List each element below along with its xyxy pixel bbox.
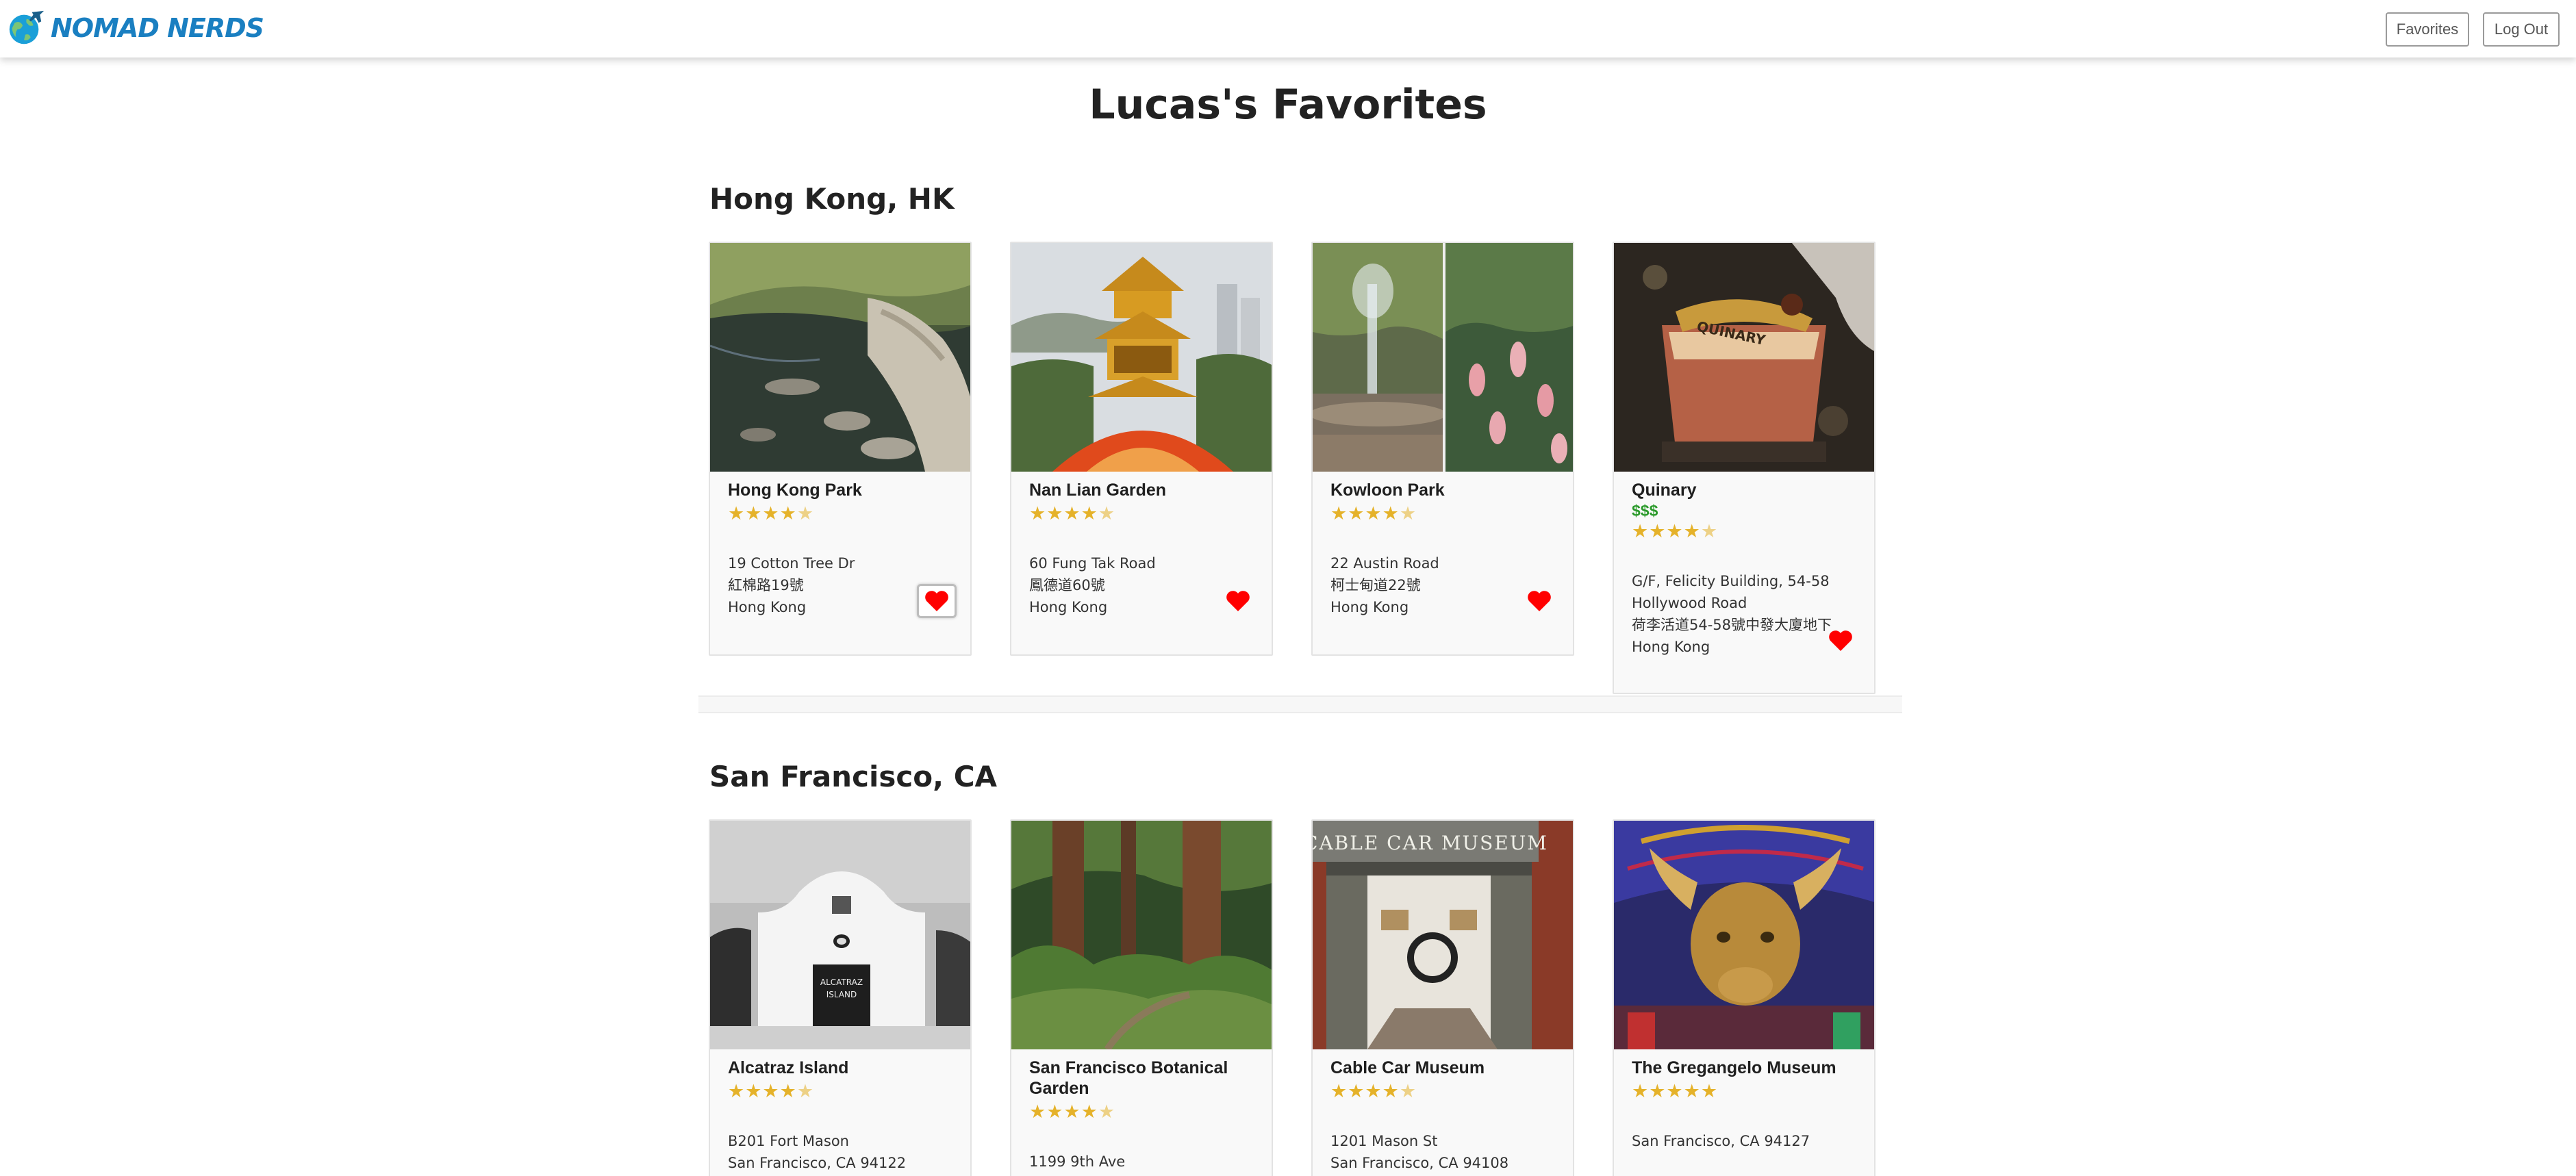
- place-card[interactable]: Nan Lian Garden ★★★★★ 60 Fung Tak Road 鳳…: [1010, 242, 1273, 656]
- favorite-heart-button[interactable]: [1519, 584, 1559, 618]
- place-address: B201 Fort Mason San Francisco, CA 94122: [728, 1130, 954, 1174]
- svg-text:CABLE CAR MUSEUM: CABLE CAR MUSEUM: [1313, 832, 1548, 854]
- logo-text: NOMAD NERDS: [51, 13, 264, 43]
- address-line: 1199 9th Ave: [1029, 1153, 1126, 1170]
- heart-icon: [925, 591, 948, 611]
- heart-icon: [1829, 630, 1852, 651]
- place-name[interactable]: Alcatraz Island: [728, 1058, 954, 1078]
- address-line: San Francisco, CA 94122: [728, 1155, 907, 1171]
- place-name[interactable]: Kowloon Park: [1330, 480, 1556, 500]
- favorite-heart-button[interactable]: [1821, 624, 1860, 658]
- kowloon-park-photo: [1313, 243, 1573, 472]
- address-line: G/F, Felicity Building, 54-58: [1632, 573, 1830, 589]
- star-rating: ★★★★★: [1029, 503, 1116, 524]
- section-title-san-francisco: San Francisco, CA: [709, 760, 998, 793]
- place-name[interactable]: Hong Kong Park: [728, 480, 954, 500]
- place-card[interactable]: CABLE CAR MUSEUM Cable Car Museum ★★★★★ …: [1311, 819, 1574, 1176]
- address-line: Hollywood Road: [1632, 595, 1747, 611]
- section-divider: [698, 695, 1902, 713]
- botanical-garden-photo: [1011, 821, 1272, 1049]
- address-line: 1201 Mason St: [1330, 1133, 1438, 1149]
- star-rating: ★★★★★: [1029, 1101, 1116, 1122]
- place-card[interactable]: ALCATRAZ ISLAND Alcatraz Island ★★★★★ B2…: [709, 819, 972, 1176]
- star-rating: ★★★★★: [1632, 521, 1719, 541]
- place-card[interactable]: Hong Kong Park ★★★★★ 19 Cotton Tree Dr 紅…: [709, 242, 972, 656]
- place-card[interactable]: The Gregangelo Museum ★★★★★ San Francisc…: [1613, 819, 1876, 1176]
- address-line: San Francisco, CA 94127: [1632, 1133, 1810, 1149]
- globe-plane-icon: [9, 10, 45, 44]
- place-name[interactable]: San Francisco Botanical Garden: [1029, 1058, 1255, 1099]
- address-line: B201 Fort Mason: [728, 1133, 849, 1149]
- alcatraz-island-photo: ALCATRAZ ISLAND: [710, 821, 970, 1049]
- quinary-photo: QUINARY: [1614, 243, 1874, 472]
- heart-icon: [1226, 591, 1250, 611]
- place-address: 1201 Mason St San Francisco, CA 94108: [1330, 1130, 1556, 1174]
- gregangelo-museum-photo: [1614, 821, 1874, 1049]
- star-rating: ★★★★★: [728, 503, 815, 524]
- favorite-heart-button[interactable]: [1218, 584, 1258, 618]
- price-level: $$$: [1632, 502, 1658, 520]
- section-title-hong-kong: Hong Kong, HK: [709, 182, 955, 216]
- top-navbar: NOMAD NERDS Favorites Log Out: [0, 0, 2576, 57]
- address-line: 22 Austin Road: [1330, 555, 1439, 572]
- address-line: San Francisco, CA 94108: [1330, 1155, 1509, 1171]
- place-card[interactable]: QUINARY Quinary $$$ ★★★★★ G/F, Felicity …: [1613, 242, 1876, 694]
- place-name[interactable]: Cable Car Museum: [1330, 1058, 1556, 1078]
- cable-car-museum-photo: CABLE CAR MUSEUM: [1313, 821, 1573, 1049]
- place-name[interactable]: Quinary: [1632, 480, 1858, 500]
- nan-lian-garden-photo: [1011, 243, 1272, 472]
- address-line: 60 Fung Tak Road: [1029, 555, 1156, 572]
- hong-kong-park-photo: [710, 243, 970, 472]
- place-address: San Francisco, CA 94127: [1632, 1130, 1858, 1152]
- svg-text:ISLAND: ISLAND: [826, 990, 857, 999]
- star-rating: ★★★★★: [728, 1081, 815, 1101]
- star-rating: ★★★★★: [1330, 1081, 1417, 1101]
- place-address: 1199 9th Ave: [1029, 1151, 1255, 1173]
- favorite-heart-button[interactable]: [917, 584, 957, 618]
- place-name[interactable]: The Gregangelo Museum: [1632, 1058, 1858, 1078]
- star-rating: ★★★★★: [1330, 503, 1417, 524]
- favorites-button[interactable]: Favorites: [2386, 12, 2469, 47]
- place-name[interactable]: Nan Lian Garden: [1029, 480, 1255, 500]
- page-title: Lucas's Favorites: [1089, 81, 1487, 129]
- heart-icon: [1528, 591, 1551, 611]
- star-rating: ★★★★★: [1632, 1081, 1719, 1101]
- logout-button[interactable]: Log Out: [2483, 12, 2560, 47]
- place-card[interactable]: San Francisco Botanical Garden ★★★★★ 119…: [1010, 819, 1273, 1176]
- address-line: 19 Cotton Tree Dr: [728, 555, 855, 572]
- svg-text:ALCATRAZ: ALCATRAZ: [820, 977, 863, 987]
- logo[interactable]: NOMAD NERDS: [5, 7, 264, 49]
- place-card[interactable]: Kowloon Park ★★★★★ 22 Austin Road 柯士甸道22…: [1311, 242, 1574, 656]
